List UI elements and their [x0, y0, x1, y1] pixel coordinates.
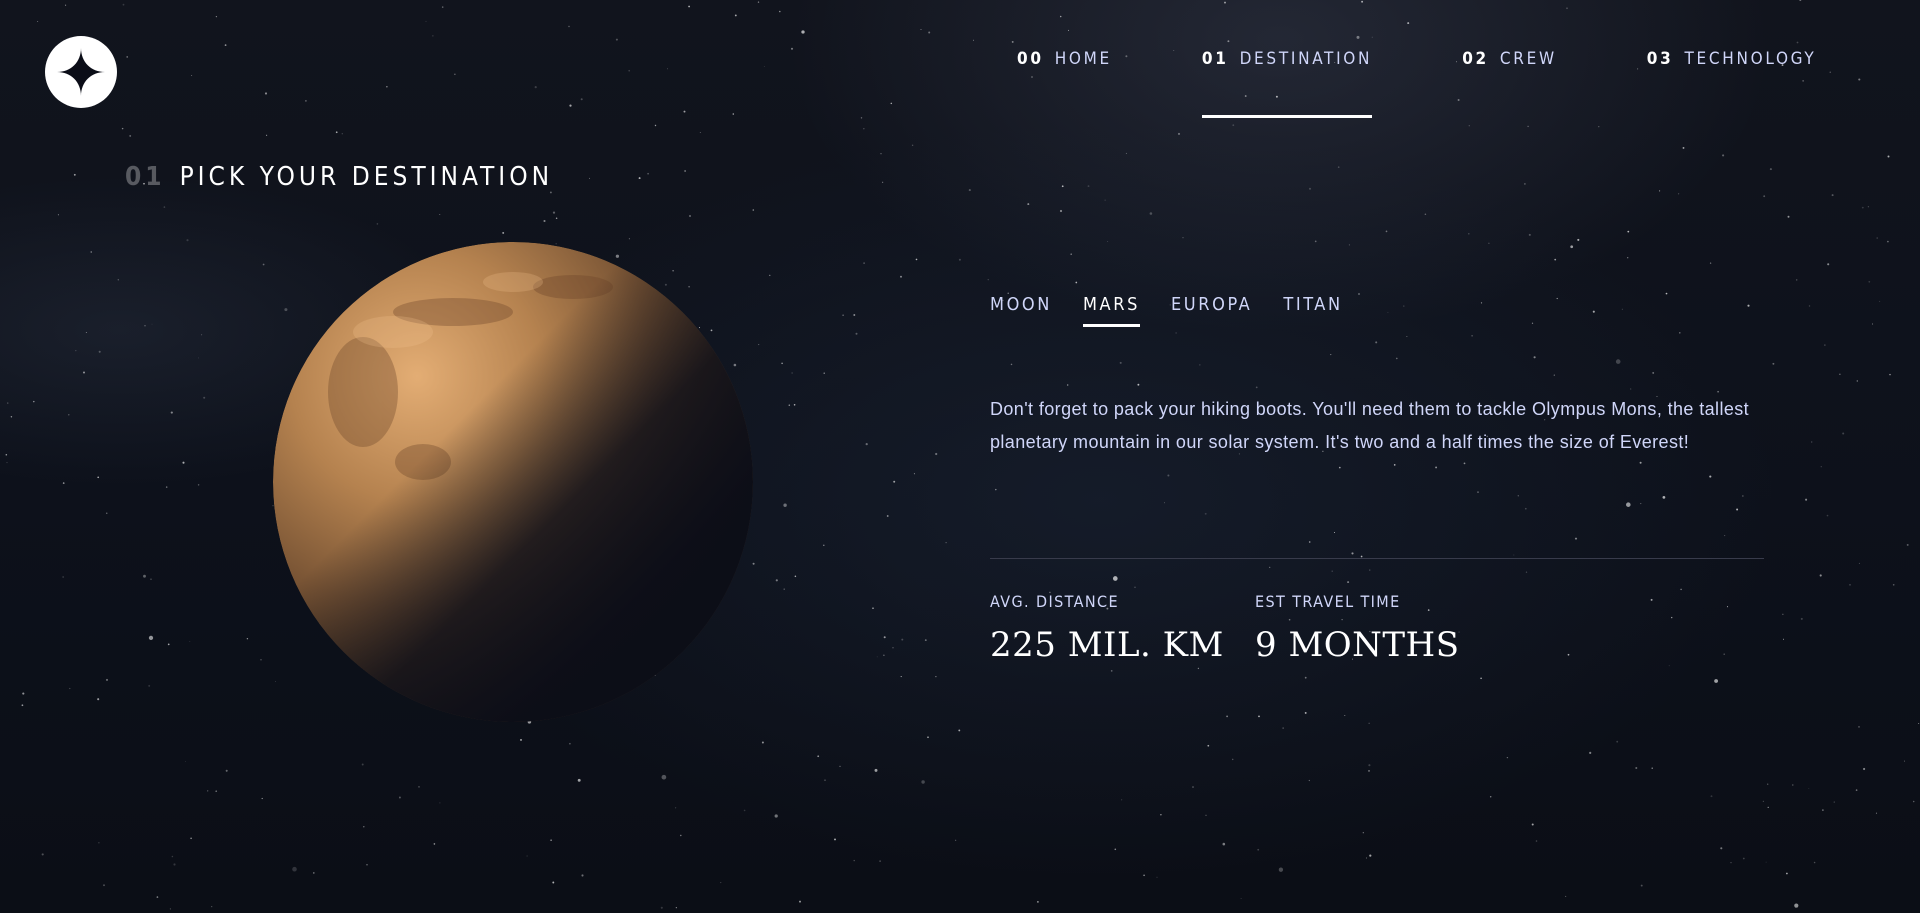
nav-item-number: 00 — [1017, 49, 1044, 69]
nav-item-label: CREW — [1499, 49, 1557, 69]
destination-page: 00 HOME 01 DESTINATION 02 CREW 03 TECHNO… — [0, 0, 1920, 913]
nav-item-label: HOME — [1054, 49, 1112, 69]
nav-item-number: 02 — [1462, 49, 1489, 69]
nav-item-crew[interactable]: 02 CREW — [1462, 0, 1557, 118]
page-title-text: PICK YOUR DESTINATION — [179, 162, 554, 192]
page-title: 01 PICK YOUR DESTINATION — [125, 162, 553, 192]
nav-item-label: DESTINATION — [1239, 49, 1373, 69]
destination-tabs: MOON MARS EUROPA TITAN — [990, 294, 1374, 327]
nav-item-home[interactable]: 00 HOME — [1017, 0, 1112, 118]
tab-europa[interactable]: EUROPA — [1171, 294, 1252, 327]
nav-item-label: TECHNOLOGY — [1684, 49, 1817, 69]
tab-moon[interactable]: MOON — [990, 294, 1052, 327]
star-icon — [57, 48, 105, 96]
stat-travel-time: EST TRAVEL TIME 9 MONTHS — [1255, 592, 1460, 665]
stat-label: EST TRAVEL TIME — [1255, 592, 1401, 611]
mars-planet-image — [273, 242, 753, 722]
stat-avg-distance: AVG. DISTANCE 225 MIL. KM — [990, 592, 1224, 665]
tab-titan[interactable]: TITAN — [1283, 294, 1342, 327]
logo[interactable] — [45, 36, 117, 108]
stat-value: 9 MONTHS — [1255, 625, 1460, 665]
divider — [990, 558, 1764, 559]
nav-item-destination[interactable]: 01 DESTINATION — [1201, 0, 1373, 118]
destination-description: Don't forget to pack your hiking boots. … — [990, 399, 1750, 452]
stat-label: AVG. DISTANCE — [990, 592, 1119, 611]
stat-value: 225 MIL. KM — [990, 625, 1224, 665]
nav-item-technology[interactable]: 03 TECHNOLOGY — [1647, 0, 1817, 118]
page-title-number: 01 — [125, 162, 166, 192]
nav-item-number: 01 — [1201, 49, 1229, 69]
main-navigation: 00 HOME 01 DESTINATION 02 CREW 03 TECHNO… — [1017, 0, 1906, 118]
nav-item-number: 03 — [1646, 49, 1674, 69]
tab-mars[interactable]: MARS — [1082, 294, 1140, 327]
